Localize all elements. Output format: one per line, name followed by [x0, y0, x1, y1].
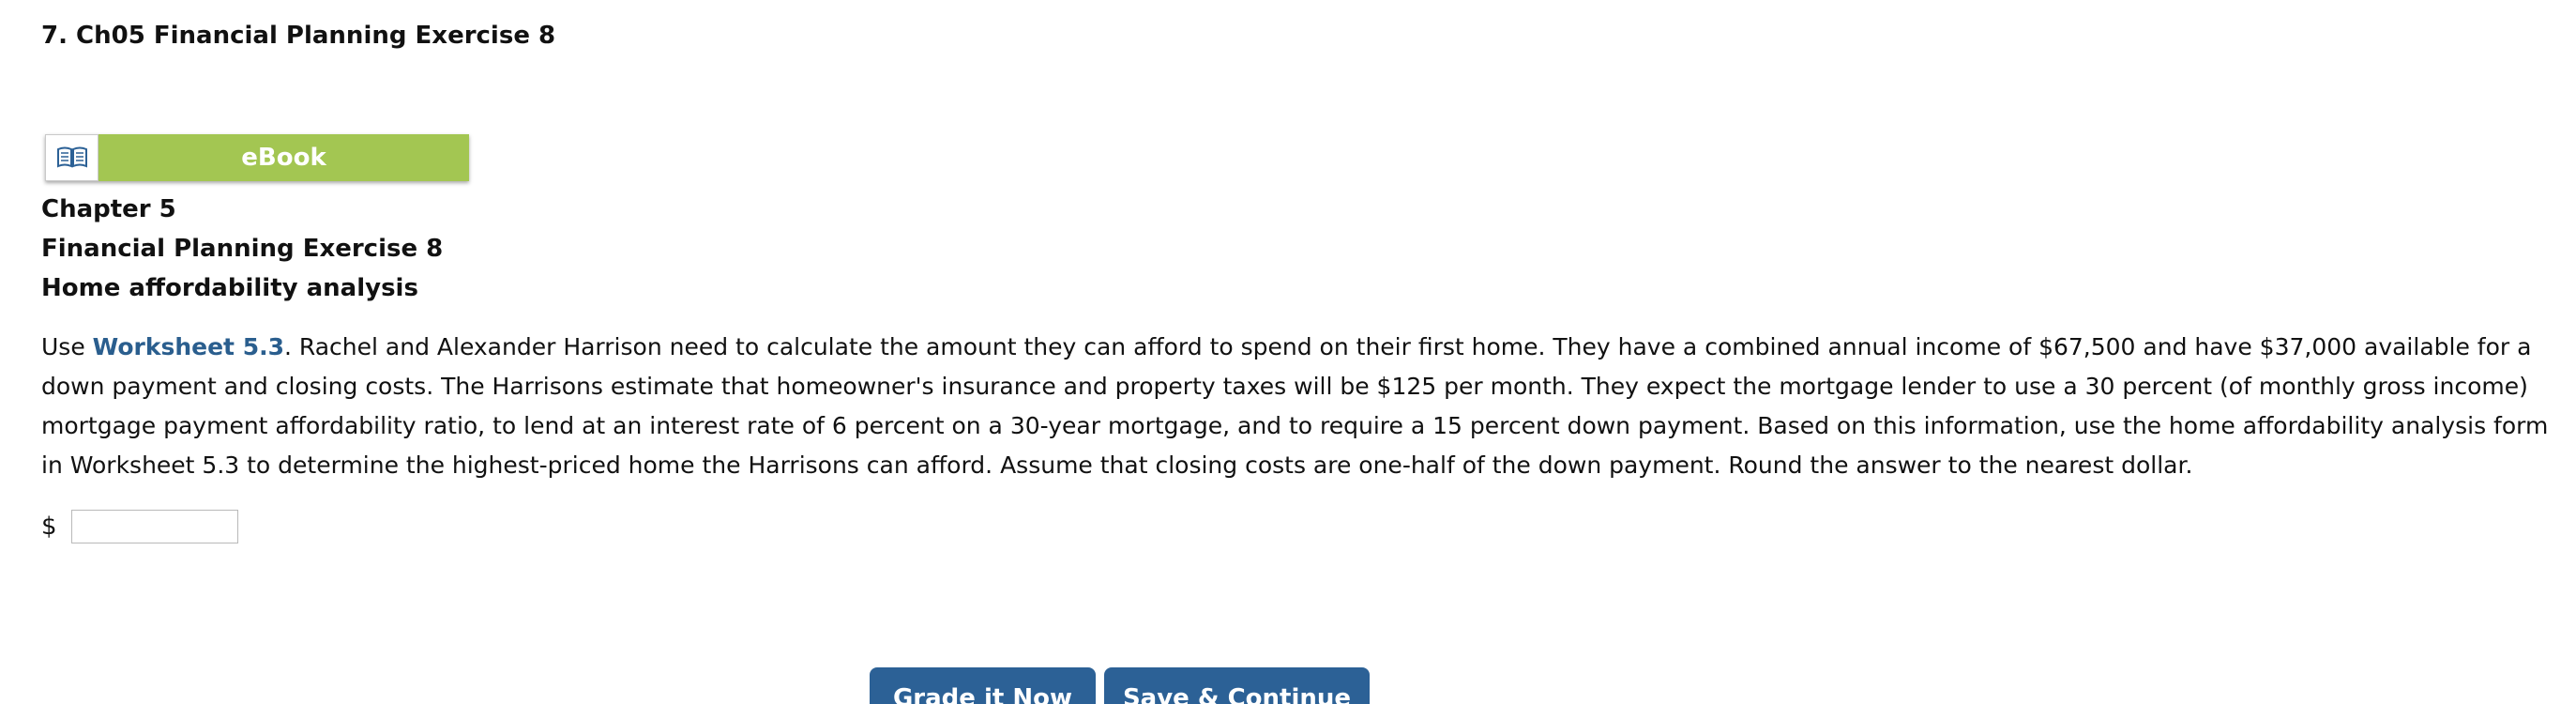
topic-heading: Home affordability analysis — [41, 274, 418, 302]
exercise-heading: Financial Planning Exercise 8 — [41, 235, 444, 263]
ebook-icon-box — [45, 134, 98, 181]
book-icon — [56, 146, 87, 168]
chapter-heading: Chapter 5 — [41, 195, 176, 223]
problem-body: . Rachel and Alexander Harrison need to … — [41, 333, 2549, 479]
problem-prefix: Use — [41, 333, 93, 360]
problem-text: Use Worksheet 5.3. Rachel and Alexander … — [41, 328, 2555, 485]
worksheet-link[interactable]: Worksheet 5.3 — [93, 333, 284, 360]
ebook-button[interactable]: eBook — [45, 134, 469, 181]
question-title: 7. Ch05 Financial Planning Exercise 8 — [41, 22, 556, 50]
answer-input[interactable] — [71, 510, 238, 543]
answer-row: $ — [41, 508, 238, 545]
grade-it-now-button[interactable]: Grade it Now — [870, 667, 1096, 704]
assignment-page: 7. Ch05 Financial Planning Exercise 8 eB… — [0, 0, 2576, 704]
currency-symbol: $ — [41, 513, 57, 541]
save-continue-button[interactable]: Save & Continue — [1104, 667, 1370, 704]
ebook-label: eBook — [98, 134, 469, 181]
